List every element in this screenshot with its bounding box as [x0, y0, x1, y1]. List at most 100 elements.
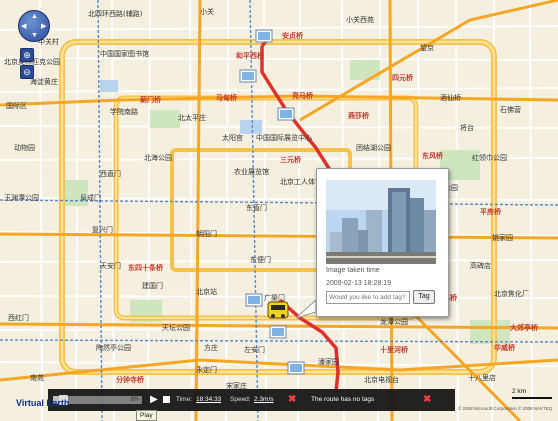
map-scale: 2 km — [512, 388, 558, 400]
progress-percent: 8% — [130, 397, 139, 403]
map-place-label: 复兴门 — [92, 225, 113, 234]
map-place-label: 大郊亭桥 — [510, 323, 539, 332]
building-photo-image — [326, 180, 436, 264]
pan-left-icon[interactable]: ◀ — [21, 23, 26, 30]
close-icon[interactable]: ✖ — [288, 394, 296, 406]
map-place-label: 北太平庄 — [178, 113, 206, 122]
photo-caption: Image taken time — [326, 267, 380, 274]
map-place-label: 南苑 — [30, 373, 44, 382]
map-view[interactable]: 北四环西路(辅路) 中关村 海淀黄庄 小关 安贞桥 和平西桥 北京奥林匹克公园 中国国家图书馆… — [0, 0, 558, 421]
map-place-label: 姚家园 — [492, 233, 513, 242]
map-place-label: 农业展览馆 — [234, 167, 269, 176]
play-tooltip: Play — [136, 410, 157, 421]
zoom-in-button[interactable]: ⊕ — [20, 48, 34, 62]
map-place-label: 动物园 — [14, 143, 35, 152]
play-icon: ▶ — [150, 394, 158, 405]
speed-label: Speed: — [230, 396, 251, 403]
map-place-label: 红领巾公园 — [472, 153, 507, 162]
map-place-label: 玉渊潭公园 — [4, 193, 39, 202]
photo-marker — [277, 107, 295, 121]
map-place-label: 小关 — [200, 7, 214, 16]
map-place-label: 小关西苑 — [346, 15, 374, 24]
copyright-notice: © 2008 Microsoft Corporation © 2008 NAVT… — [458, 406, 553, 411]
map-place-label: 四元桥 — [392, 73, 414, 82]
map-place-label: 团结湖公园 — [356, 143, 391, 152]
scale-label: 2 km — [512, 388, 527, 395]
map-place-label: 永定门 — [196, 365, 217, 374]
map-place-label: 燕莎桥 — [348, 111, 370, 120]
map-place-label: 东四十条桥 — [128, 263, 164, 272]
map-place-label: 十八里店 — [468, 373, 496, 382]
map-place-label: 酒仙桥 — [440, 93, 461, 102]
map-place-label: 亮马桥 — [292, 91, 314, 100]
photo-marker — [239, 69, 257, 83]
map-place-label: 龙潭公园 — [380, 317, 408, 326]
car-marker — [267, 301, 289, 319]
photo-timestamp: 2009-02-13 18:28:19 — [326, 280, 391, 287]
map-place-label: 石佛营 — [500, 105, 521, 114]
map-place-label: 左安门 — [244, 345, 265, 354]
map-place-label: 蓟门桥 — [139, 95, 162, 104]
zoom-out-button[interactable]: ⊖ — [20, 65, 34, 79]
map-place-label: 望京 — [420, 43, 434, 52]
map-place-label: 陶然亭公园 — [96, 343, 131, 352]
map-place-label: 阜成门 — [80, 193, 101, 202]
tag-input[interactable] — [326, 291, 410, 304]
map-place-label: 潘家园 — [318, 357, 339, 366]
virtual-earth-logo: Virtual Earth — [16, 398, 70, 408]
map-place-label: 中国国家图书馆 — [100, 49, 149, 58]
map-place-label: 西直门 — [100, 169, 121, 178]
scale-bar — [512, 397, 552, 399]
map-place-label: 太阳宫 — [222, 133, 243, 142]
map-place-label: 东风桥 — [422, 151, 444, 160]
map-place-label: 学院南路 — [110, 107, 138, 116]
map-place-label: 天坛公园 — [162, 323, 190, 332]
photo-marker — [269, 325, 287, 339]
speed-value: 2.3m/s — [254, 396, 274, 403]
map-place-label: 广渠门 — [264, 293, 285, 302]
compass-pan-control[interactable]: ▲ ▼ ◀ ▶ — [18, 10, 50, 42]
stop-button[interactable] — [163, 396, 170, 403]
map-place-label: 东便门 — [250, 255, 271, 264]
photo-marker — [255, 29, 273, 43]
map-place-label: 天安门 — [100, 261, 121, 270]
photo-thumbnail[interactable] — [326, 180, 436, 264]
map-place-label: 平房桥 — [480, 207, 502, 216]
map-place-label: 高碑店 — [470, 261, 491, 270]
map-place-label: 北京电视台 — [364, 375, 399, 384]
map-place-label: 北京站 — [196, 287, 217, 296]
tag-button[interactable]: Tag — [413, 290, 435, 304]
map-place-label: 华威桥 — [494, 343, 516, 352]
map-place-label: 马甸桥 — [216, 93, 238, 102]
map-place-label: 分钟寺桥 — [116, 375, 145, 384]
pan-right-icon[interactable]: ▶ — [41, 23, 46, 30]
time-label: Time: — [176, 396, 193, 403]
map-place-label: 北四环西路(辅路) — [88, 9, 143, 18]
play-button[interactable]: ▶ — [149, 394, 159, 406]
map-place-label: 北海公园 — [144, 153, 172, 162]
map-place-label: 北京焦化厂 — [494, 289, 529, 298]
map-place-label: 建国门 — [142, 281, 163, 290]
close-icon[interactable]: ✖ — [423, 394, 431, 406]
map-place-label: 十里河桥 — [380, 345, 409, 354]
photo-popup: Image taken time 2009-02-13 18:28:19 Tag — [316, 168, 449, 317]
map-canvas[interactable]: 北四环西路(辅路)中关村海淀黄庄小关安贞桥和平西桥北京奥林匹克公园中国国家图书馆… — [0, 0, 558, 421]
route-tags-message: The route has no tags — [311, 396, 375, 403]
route-tags-bar: The route has no tags ✖ — [303, 389, 455, 411]
map-background — [0, 0, 558, 421]
map-place-label: 国际区 — [6, 101, 27, 110]
map-place-label: 和平西桥 — [235, 51, 265, 60]
map-place-label: 将台 — [460, 123, 474, 132]
playback-bar: 8% ▶ Time: 18:34:33 Speed: 2.3m/s ✖ — [48, 389, 303, 411]
map-place-label: 方庄 — [204, 343, 218, 352]
map-place-label: 西红门 — [8, 313, 29, 322]
map-place-label: 中国国际展览中心 — [256, 133, 312, 142]
map-place-label: 东直门 — [246, 203, 267, 212]
photo-marker — [287, 361, 305, 375]
time-value: 18:34:33 — [196, 396, 222, 403]
map-place-label: 三元桥 — [280, 155, 302, 164]
pan-up-icon[interactable]: ▲ — [31, 13, 38, 20]
pan-down-icon[interactable]: ▼ — [31, 32, 38, 39]
map-place-label: 朝阳门 — [196, 229, 217, 238]
map-place-label: 安贞桥 — [282, 31, 304, 40]
